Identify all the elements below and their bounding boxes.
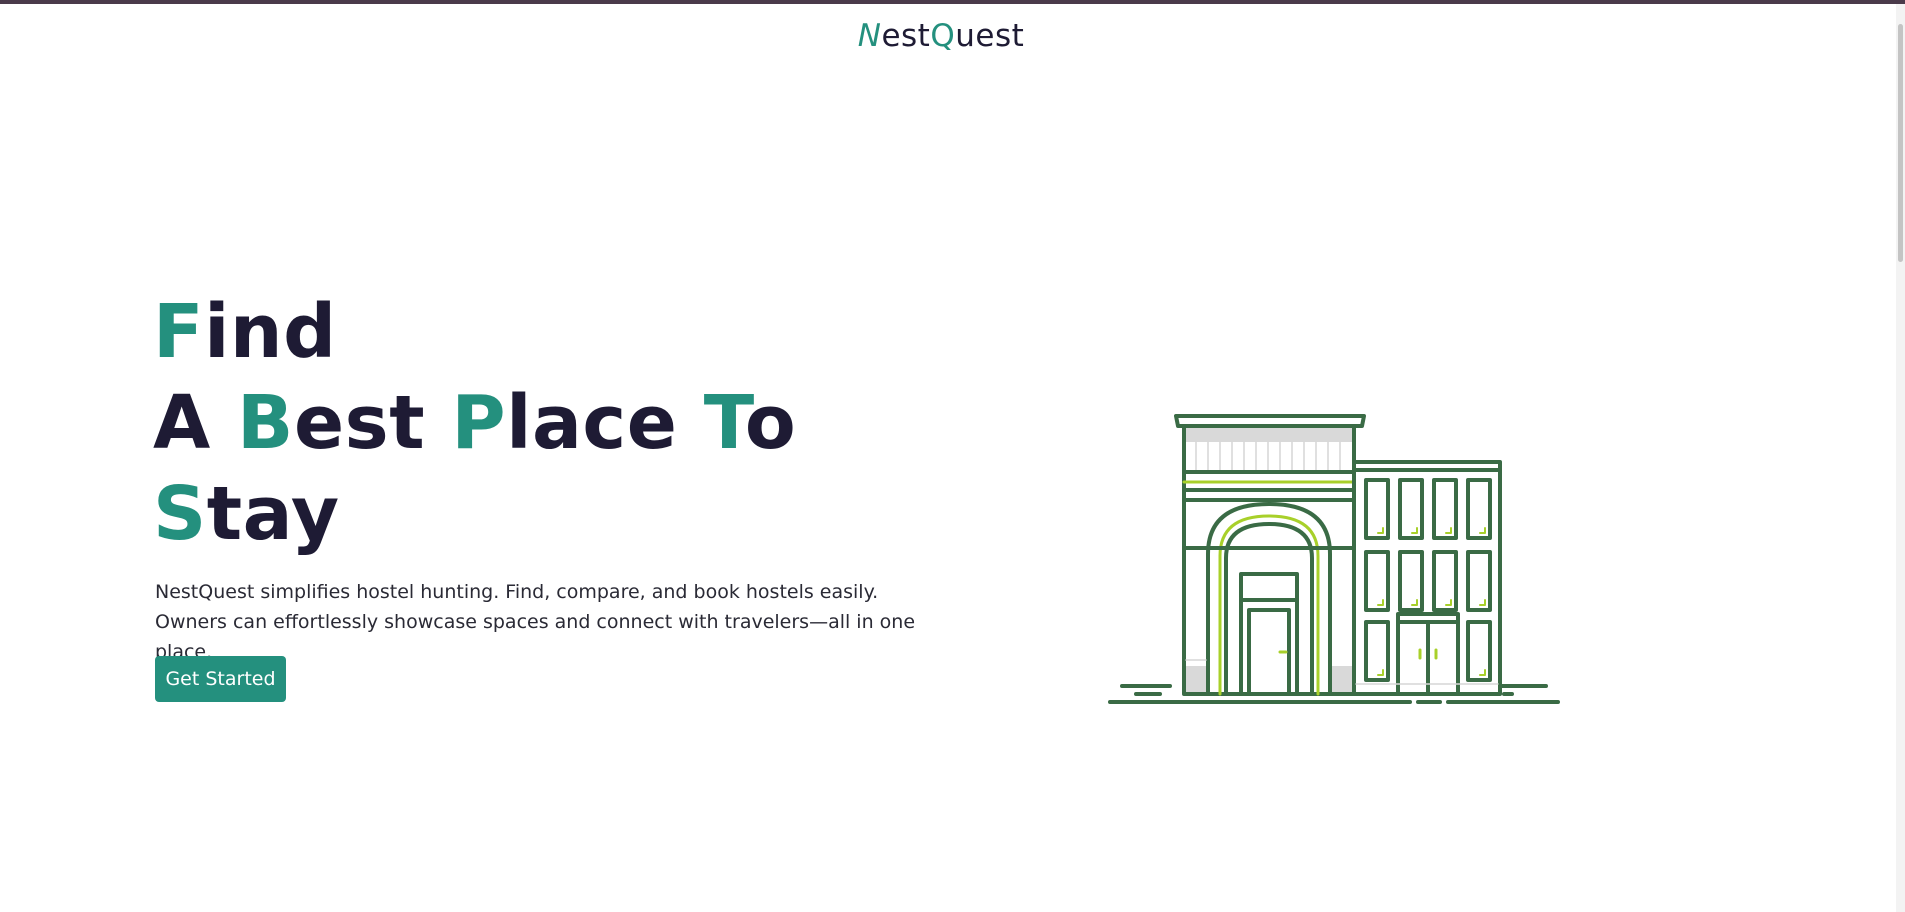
hero-title-text: A <box>153 380 238 466</box>
hero-title-text: ind <box>204 289 337 375</box>
page-scrollbar[interactable] <box>1896 4 1905 912</box>
brand-logo[interactable]: NestQuest <box>0 18 1882 54</box>
hero-title: Find A Best Place To Stay <box>153 287 796 560</box>
hero-title-text: o <box>744 380 797 466</box>
hero-title-text: lace <box>506 380 704 466</box>
hero-title-letter: B <box>237 380 294 466</box>
hero-title-letter: S <box>153 471 207 557</box>
hero-title-line-1: Find <box>153 287 796 378</box>
brand-text-uest: uest <box>955 18 1025 54</box>
hero-description: NestQuest simplifies hostel hunting. Fin… <box>155 581 916 663</box>
hero-title-line-2: A Best Place To <box>153 378 796 469</box>
brand-letter-n: N <box>857 18 882 54</box>
brand-text-est: est <box>881 18 931 54</box>
hero-title-line-3: Stay <box>153 469 796 560</box>
hero-title-letter: P <box>451 380 507 466</box>
hero-title-letter: T <box>703 380 745 466</box>
hero-title-text: est <box>293 380 452 466</box>
brand-letter-q: Q <box>930 18 956 54</box>
scrollbar-thumb[interactable] <box>1898 24 1903 262</box>
get-started-button[interactable]: Get Started <box>155 656 286 702</box>
browser-top-strip <box>0 0 1905 4</box>
building-illustration <box>1108 414 1560 704</box>
hero-title-text: tay <box>206 471 340 557</box>
hero-title-letter: F <box>153 289 205 375</box>
